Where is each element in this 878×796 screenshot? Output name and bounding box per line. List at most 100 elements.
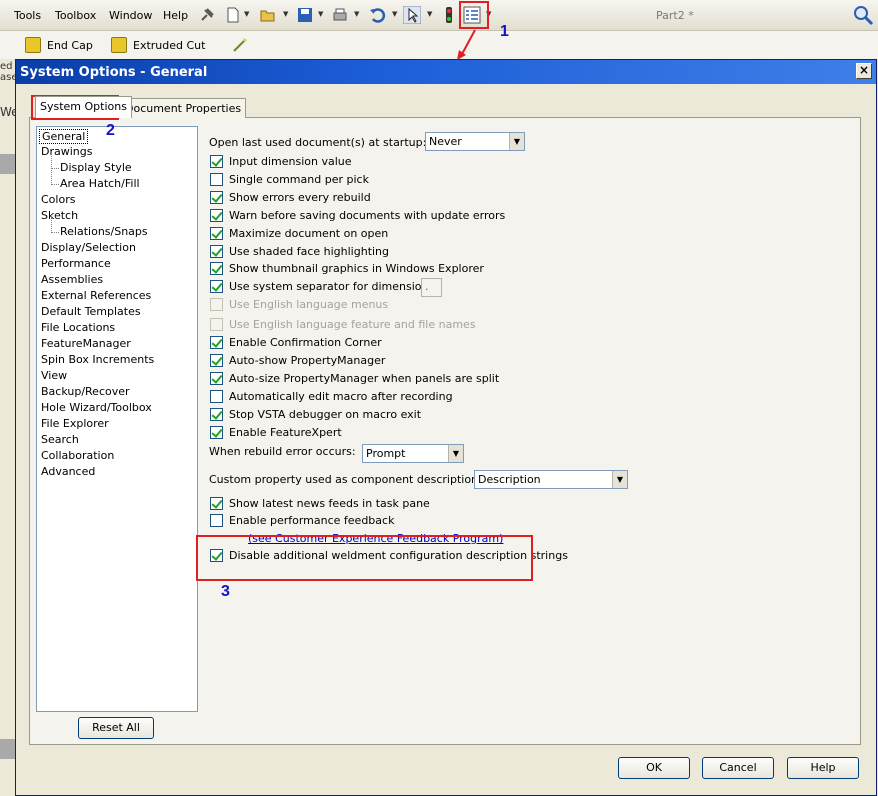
- option-show-thumbnail-graphics-in-windows-explorer[interactable]: Show thumbnail graphics in Windows Explo…: [210, 260, 484, 276]
- option-enable-featurexpert[interactable]: Enable FeatureXpert: [210, 424, 342, 440]
- option-use-shaded-face-highlighting[interactable]: Use shaded face highlighting: [210, 243, 389, 259]
- checkbox[interactable]: [210, 190, 223, 204]
- open-last-value: Never: [429, 135, 462, 148]
- tree-item-sketch[interactable]: Sketch: [41, 209, 78, 222]
- option-label: Use English language feature and file na…: [229, 317, 476, 331]
- tree-item-general[interactable]: General: [39, 129, 89, 144]
- option-automatically-edit-macro-after-recording[interactable]: Automatically edit macro after recording: [210, 388, 453, 404]
- open-folder-icon[interactable]: [259, 6, 277, 24]
- option-single-command-per-pick[interactable]: Single command per pick: [210, 171, 369, 187]
- checkbox[interactable]: [210, 407, 223, 421]
- highlight-options-button: [459, 1, 489, 29]
- option-label: Input dimension value: [229, 154, 352, 168]
- step-marker-3: 3: [221, 583, 230, 600]
- tree-item-collaboration[interactable]: Collaboration: [41, 449, 114, 462]
- help-button[interactable]: Help: [787, 757, 859, 779]
- undo-icon[interactable]: [368, 6, 386, 24]
- tree-item-hole-wizard-toolbox[interactable]: Hole Wizard/Toolbox: [41, 401, 152, 414]
- checkbox[interactable]: [210, 226, 223, 240]
- tree-item-view[interactable]: View: [41, 369, 67, 382]
- option-label: Show latest news feeds in task pane: [229, 496, 430, 510]
- option-label: Use shaded face highlighting: [229, 244, 390, 258]
- open-last-select[interactable]: Never ▼: [425, 132, 525, 151]
- option-stop-vsta-debugger-on-macro-exit[interactable]: Stop VSTA debugger on macro exit: [210, 406, 421, 422]
- tree-item-assemblies[interactable]: Assemblies: [41, 273, 103, 286]
- new-document-icon[interactable]: [224, 6, 242, 24]
- rebuild-error-value: Prompt: [366, 447, 406, 460]
- option-label: Stop VSTA debugger on macro exit: [229, 407, 422, 421]
- undo-dropdown-icon[interactable]: ▼: [392, 10, 397, 18]
- checkbox[interactable]: [210, 513, 223, 527]
- checkbox[interactable]: [210, 425, 223, 439]
- extruded-cut-button[interactable]: Extruded Cut: [111, 36, 205, 54]
- option-maximize-document-on-open[interactable]: Maximize document on open: [210, 225, 388, 241]
- save-icon[interactable]: [296, 6, 314, 24]
- option-show-latest-news-feeds-in-task-pane[interactable]: Show latest news feeds in task pane: [210, 495, 430, 511]
- search-icon[interactable]: [852, 4, 874, 26]
- tree-item-backup-recover[interactable]: Backup/Recover: [41, 385, 130, 398]
- option-auto-size-propertymanager-when-panels-are-split[interactable]: Auto-size PropertyManager when panels ar…: [210, 370, 499, 386]
- tree-item-area-hatch-fill[interactable]: Area Hatch/Fill: [51, 168, 140, 190]
- menu-window[interactable]: Window: [109, 9, 152, 22]
- tree-item-file-locations[interactable]: File Locations: [41, 321, 115, 334]
- checkbox[interactable]: [210, 261, 223, 275]
- checkbox[interactable]: [210, 172, 223, 186]
- tree-item-search[interactable]: Search: [41, 433, 79, 446]
- checkbox[interactable]: [210, 496, 223, 510]
- dialog-title: System Options - General: [20, 65, 208, 80]
- menu-toolbox[interactable]: Toolbox: [55, 9, 96, 22]
- checkbox[interactable]: [210, 208, 223, 222]
- select-arrow-icon[interactable]: [403, 6, 421, 24]
- separator-field: .: [421, 278, 442, 297]
- tree-item-relations-snaps[interactable]: Relations/Snaps: [51, 216, 148, 238]
- checkbox[interactable]: [210, 353, 223, 367]
- tree-item-advanced[interactable]: Advanced: [41, 465, 95, 478]
- checkbox[interactable]: [210, 154, 223, 168]
- save-dropdown-icon[interactable]: ▼: [318, 10, 323, 18]
- cancel-button[interactable]: Cancel: [702, 757, 774, 779]
- option-enable-confirmation-corner[interactable]: Enable Confirmation Corner: [210, 334, 382, 350]
- print-dropdown-icon[interactable]: ▼: [354, 10, 359, 18]
- option-use-system-separator-for-dimensions[interactable]: Use system separator for dimensions: [210, 278, 434, 294]
- close-button[interactable]: ×: [856, 63, 872, 79]
- option-input-dimension-value[interactable]: Input dimension value: [210, 153, 352, 169]
- tree-item-external-references[interactable]: External References: [41, 289, 151, 302]
- tree-item-drawings[interactable]: Drawings: [41, 145, 92, 158]
- option-warn-before-saving-documents-with-update-errors[interactable]: Warn before saving documents with update…: [210, 207, 505, 223]
- menu-tools[interactable]: Tools: [14, 9, 41, 22]
- tree-item-colors[interactable]: Colors: [41, 193, 75, 206]
- custom-property-select[interactable]: Description ▼: [474, 470, 628, 489]
- ok-button[interactable]: OK: [618, 757, 690, 779]
- option-label: Enable performance feedback: [229, 513, 395, 527]
- new-dropdown-icon[interactable]: ▼: [244, 10, 249, 18]
- tree-item-display-style[interactable]: Display Style: [51, 152, 132, 174]
- option-auto-show-propertymanager[interactable]: Auto-show PropertyManager: [210, 352, 385, 368]
- checkbox[interactable]: [210, 279, 223, 293]
- open-last-label: Open last used document(s) at startup:: [209, 136, 427, 149]
- open-dropdown-icon[interactable]: ▼: [283, 10, 288, 18]
- pushpin-icon[interactable]: [198, 6, 216, 24]
- tab-document-properties[interactable]: Document Properties: [120, 98, 247, 118]
- checkbox[interactable]: [210, 244, 223, 258]
- tree-item-default-templates[interactable]: Default Templates: [41, 305, 141, 318]
- checkbox[interactable]: [210, 389, 223, 403]
- checkbox[interactable]: [210, 371, 223, 385]
- tab-system-options[interactable]: System Options: [35, 96, 132, 118]
- select-dropdown-icon[interactable]: ▼: [427, 10, 432, 18]
- print-icon[interactable]: [331, 6, 349, 24]
- option-enable-performance-feedback[interactable]: Enable performance feedback: [210, 512, 394, 528]
- tree-item-performance[interactable]: Performance: [41, 257, 111, 270]
- sketch-wand-icon[interactable]: [231, 36, 249, 54]
- tree-item-spin-box-increments[interactable]: Spin Box Increments: [41, 353, 154, 366]
- tree-item-featuremanager[interactable]: FeatureManager: [41, 337, 131, 350]
- rebuild-error-select[interactable]: Prompt ▼: [362, 444, 464, 463]
- end-cap-button[interactable]: End Cap: [25, 36, 93, 54]
- tree-item-display-selection[interactable]: Display/Selection: [41, 241, 136, 254]
- tree-item-file-explorer[interactable]: File Explorer: [41, 417, 109, 430]
- option-show-errors-every-rebuild[interactable]: Show errors every rebuild: [210, 189, 371, 205]
- option-label: Auto-show PropertyManager: [229, 353, 386, 367]
- menu-help[interactable]: Help: [163, 9, 188, 22]
- reset-all-button[interactable]: Reset All: [78, 717, 154, 739]
- checkbox[interactable]: [210, 335, 223, 349]
- rebuild-traffic-light-icon[interactable]: [440, 6, 458, 24]
